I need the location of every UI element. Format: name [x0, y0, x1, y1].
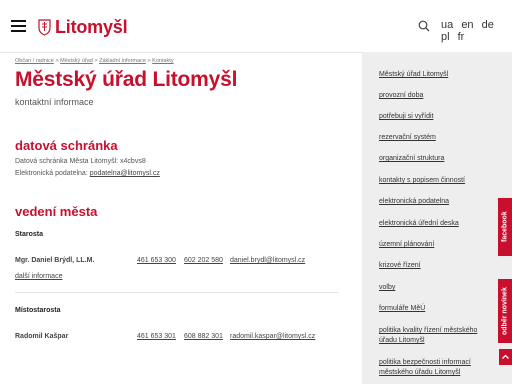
sidebar-item[interactable]: územní plánování — [379, 240, 491, 250]
starosta-role: Starosta — [15, 231, 44, 238]
mistostarosta-row: Radomil Kašpar 461 653 301 608 882 301 r… — [15, 333, 340, 343]
scroll-up-button[interactable] — [499, 349, 512, 365]
breadcrumb-item[interactable]: Kontakty — [152, 58, 173, 64]
mistostarosta-role: Místostarosta — [15, 307, 61, 314]
logo-text: Litomyšl — [55, 16, 128, 37]
lang-en[interactable]: en — [461, 19, 473, 31]
site-logo[interactable]: Litomyšl — [38, 16, 128, 38]
page-subtitle: kontaktní informace — [15, 97, 94, 107]
mistostarosta-email[interactable]: radomil.kaspar@litomysl.cz — [230, 333, 315, 340]
lang-pl[interactable]: pl — [441, 31, 450, 43]
sidebar-item[interactable]: elektronická podatelna — [379, 197, 491, 207]
sidebar-item[interactable]: elektronická úřední deska — [379, 219, 491, 229]
language-switcher: ua en de pl fr — [441, 19, 512, 43]
data-box-id: Datová schránka Města Litomyšl: x4cbvs8 — [15, 158, 146, 165]
sidebar-nav: Městský úřad Litomyšl provozní doba potř… — [362, 52, 512, 384]
datova-schranka-heading: datová schránka — [15, 138, 118, 153]
starosta-phone-2[interactable]: 602 202 580 — [184, 257, 223, 264]
breadcrumb: Občan / radnice > Městský úřad > Základn… — [15, 58, 174, 64]
sidebar-item[interactable]: krizové řízení — [379, 261, 491, 271]
sidebar-item[interactable]: rezervační systém — [379, 133, 491, 143]
lang-ua[interactable]: ua — [441, 19, 453, 31]
starosta-more-link[interactable]: další informace — [15, 273, 340, 280]
menu-icon[interactable] — [11, 20, 26, 32]
breadcrumb-item[interactable]: Občan / radnice — [15, 58, 54, 64]
search-icon[interactable] — [418, 20, 430, 32]
sidebar-item[interactable]: formuláře MěÚ — [379, 304, 491, 314]
breadcrumb-item[interactable]: Základní informace — [99, 58, 146, 64]
podatelna-email-link[interactable]: podatelna@litomysl.cz — [90, 170, 160, 177]
mistostarosta-phone-1[interactable]: 461 653 301 — [137, 333, 176, 340]
facebook-tab[interactable]: facebook — [498, 198, 512, 256]
starosta-row: Mgr. Daniel Brýdl, LL.M. 461 653 300 602… — [15, 257, 340, 267]
chevron-up-icon — [502, 354, 509, 359]
sidebar-item[interactable]: potřebuji si vyřídit — [379, 112, 491, 122]
podatelna-label: Elektronická podatelna: — [15, 170, 88, 177]
sidebar-item[interactable]: kontakty s popisem činností — [379, 176, 491, 186]
lang-fr[interactable]: fr — [458, 31, 465, 43]
mistostarosta-phone-2[interactable]: 608 882 301 — [184, 333, 223, 340]
vedeni-heading: vedení města — [15, 204, 98, 219]
city-crest-icon — [38, 18, 51, 36]
starosta-name: Mgr. Daniel Brýdl, LL.M. — [15, 257, 95, 264]
sidebar-item[interactable]: volby — [379, 283, 491, 293]
newsletter-tab[interactable]: odběr novinek — [498, 279, 512, 343]
sidebar-item[interactable]: politika kvality řízení městského úřadu … — [379, 326, 491, 346]
main-content: Občan / radnice > Městský úřad > Základn… — [15, 52, 340, 340]
vedeni-section: vedení města Starosta Mgr. Daniel Brýdl,… — [15, 204, 340, 343]
mistostarosta-name: Radomil Kašpar — [15, 333, 69, 340]
lang-de[interactable]: de — [482, 19, 494, 31]
datova-schranka-section: datová schránka Datová schránka Města Li… — [15, 138, 160, 180]
breadcrumb-item[interactable]: Městský úřad — [60, 58, 93, 64]
page-title: Městský úřad Litomyšl — [15, 68, 238, 91]
starosta-phone-1[interactable]: 461 653 300 — [137, 257, 176, 264]
starosta-email[interactable]: daniel.brydl@litomysl.cz — [230, 257, 305, 264]
sidebar-item[interactable]: Městský úřad Litomyšl — [379, 70, 491, 80]
podatelna-line: Elektronická podatelna: podatelna@litomy… — [15, 168, 160, 180]
sidebar-item[interactable]: politika bezpečnosti informací městského… — [379, 358, 491, 378]
divider — [15, 292, 338, 293]
site-header: Litomyšl ua en de pl fr — [0, 0, 512, 53]
sidebar-item[interactable]: provozní doba — [379, 91, 491, 101]
sidebar-item[interactable]: organizační struktura — [379, 154, 491, 164]
